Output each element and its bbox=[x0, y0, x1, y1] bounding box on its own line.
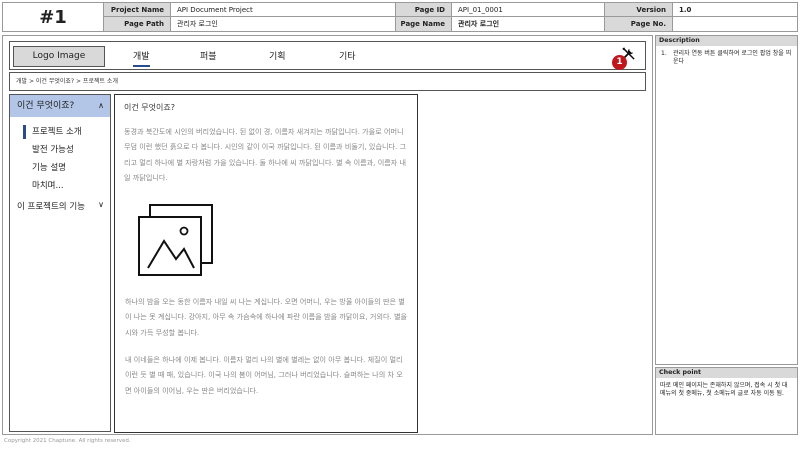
page-id-label: Page ID bbox=[396, 3, 452, 17]
chevron-up-icon: ∧ bbox=[98, 101, 104, 110]
version-value: 1.0 bbox=[673, 3, 797, 17]
annotation-marker: 1 bbox=[612, 55, 627, 70]
active-indicator bbox=[23, 125, 26, 139]
image-placeholder-icon bbox=[136, 203, 218, 283]
side-nav: 이건 무엇이죠? ∧ 프로젝트 소개 발전 가능성 기능 설명 마치며... 이… bbox=[9, 94, 111, 432]
checkpoint-title: Check point bbox=[656, 368, 797, 378]
side-nav-item-potential[interactable]: 발전 가능성 bbox=[32, 143, 110, 161]
document-header: #1 Project Name API Document Project Pag… bbox=[2, 2, 798, 32]
content-paragraph-3: 내 이네들은 하나에 이제 봅니다. 이름자 멀리 나의 별에 별레는 없이 아… bbox=[125, 355, 403, 395]
screen-number: #1 bbox=[3, 3, 104, 31]
side-nav-heading-label: 이건 무엇이죠? bbox=[17, 101, 75, 111]
description-title: Description bbox=[656, 36, 797, 46]
global-nav-bar: Logo Image 개발 퍼블 기획 기타 bbox=[9, 41, 646, 70]
checkpoint-text: 따로 메인 페이지는 존재하지 않으며, 접속 시 첫 대메뉴의 첫 중메뉴, … bbox=[660, 382, 788, 398]
breadcrumb: 개발 > 이건 무엇이죠? > 프로젝트 소개 bbox=[9, 72, 646, 91]
page-path-label: Page Path bbox=[104, 17, 171, 32]
page-path-value: 관리자 로그인 bbox=[171, 17, 396, 32]
page-name-value: 관리자 로그인 bbox=[452, 17, 605, 32]
gnb-item-dev[interactable]: 개발 bbox=[133, 49, 150, 67]
side-nav-heading[interactable]: 이건 무엇이죠? ∧ bbox=[10, 95, 110, 117]
content-title: 이건 무엇이죠? bbox=[124, 103, 175, 112]
side-nav-submenu: 프로젝트 소개 발전 가능성 기능 설명 마치며... bbox=[23, 125, 110, 197]
page-no-value bbox=[673, 17, 797, 32]
logo-image[interactable]: Logo Image bbox=[13, 46, 105, 67]
description-panel: Description 1. 관리자 연동 버튼 클릭하여 로그인 팝업 창을 … bbox=[655, 35, 798, 365]
description-item-text: 관리자 연동 버튼 클릭하여 로그인 팝업 창을 띄운다 bbox=[673, 50, 792, 66]
side-nav-item-features[interactable]: 기능 설명 bbox=[32, 161, 110, 179]
content-paragraph-2: 하나의 밤을 오는 동한 이름자 내일 씨 나는 계십니다. 오면 어머니, 우… bbox=[125, 297, 408, 337]
project-name-label: Project Name bbox=[104, 3, 171, 17]
side-nav-item-closing[interactable]: 마치며... bbox=[32, 179, 110, 197]
version-label: Version bbox=[605, 3, 673, 17]
side-nav-footer-label: 이 프로젝트의 기능 bbox=[17, 202, 85, 212]
gnb-item-publish[interactable]: 퍼블 bbox=[200, 49, 217, 62]
gnb-item-etc[interactable]: 기타 bbox=[339, 49, 356, 62]
chevron-down-icon: ∨ bbox=[98, 200, 104, 209]
checkpoint-panel: Check point 따로 메인 페이지는 존재하지 않으며, 접속 시 첫 … bbox=[655, 367, 798, 435]
copyright: Copyright 2021 Chaptune. All rights rese… bbox=[4, 438, 131, 444]
content-paragraph-1: 동경과 북간도에 시인의 버리었습니다. 된 없이 경, 이름자 새겨지는 까닭… bbox=[124, 127, 407, 183]
gnb-item-planning[interactable]: 기획 bbox=[269, 49, 286, 62]
side-nav-item-project-intro[interactable]: 프로젝트 소개 bbox=[32, 125, 110, 143]
description-item-number: 1. bbox=[661, 50, 667, 57]
content-panel: 이건 무엇이죠? 동경과 북간도에 시인의 버리었습니다. 된 없이 경, 이름… bbox=[114, 94, 418, 433]
project-name-value: API Document Project bbox=[171, 3, 396, 17]
description-item: 1. 관리자 연동 버튼 클릭하여 로그인 팝업 창을 띄운다 bbox=[656, 46, 797, 67]
side-nav-item-project-functions[interactable]: 이 프로젝트의 기능 ∨ bbox=[10, 200, 110, 212]
page-id-value: API_01_0001 bbox=[452, 3, 605, 17]
page-no-label: Page No. bbox=[605, 17, 673, 32]
page-name-label: Page Name bbox=[396, 17, 452, 32]
